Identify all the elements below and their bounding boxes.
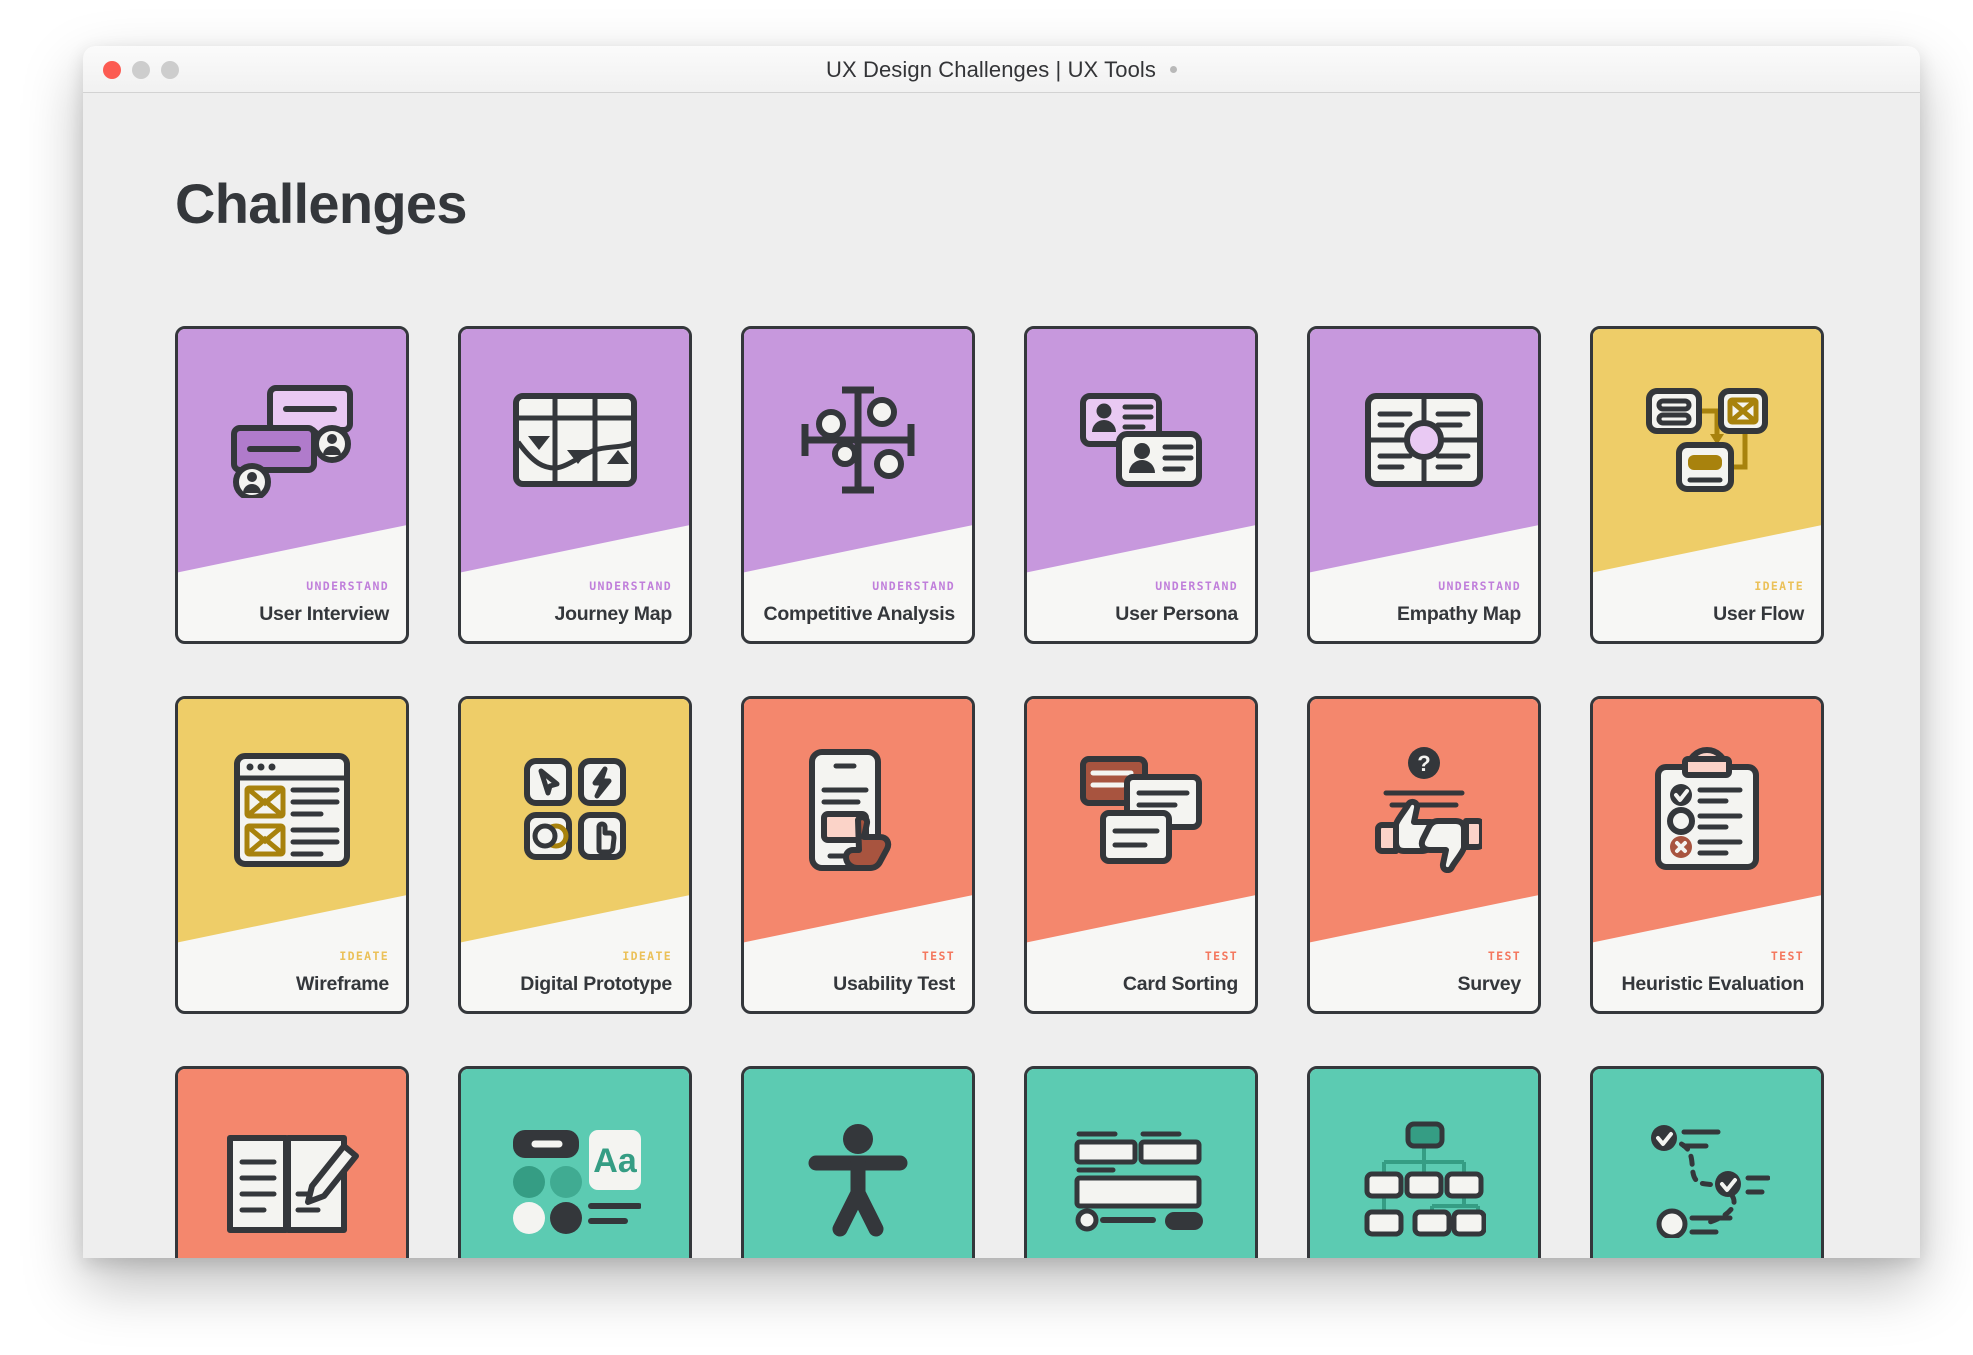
challenge-card[interactable]: UNDERSTAND Journey Map [458,326,692,644]
quadrant-matrix-icon [744,365,972,515]
browser-layout-icon [178,735,406,885]
card-category: UNDERSTAND [306,579,389,594]
journey-grid-icon [461,365,689,515]
card-category: IDEATE [1754,579,1804,594]
card-title: Empathy Map [1396,602,1521,625]
card-footer: UNDERSTAND Journey Map [461,581,689,625]
card-footer: IDEATE User Flow [1593,581,1821,625]
challenge-card[interactable]: IDEATE Wireframe [175,696,409,1014]
prototype-tiles-icon [461,735,689,885]
challenge-card[interactable] [1307,1066,1541,1258]
quadrant-circle-icon [1310,365,1538,515]
card-title: Wireframe [296,972,389,995]
challenge-card[interactable] [1024,1066,1258,1258]
card-footer: UNDERSTAND User Persona [1027,581,1255,625]
card-artwork: Aa [461,1069,689,1258]
card-category: TEST [1204,949,1238,964]
challenges-grid: UNDERSTAND User Interview UNDERSTAND Jou… [175,326,1830,1258]
card-category: IDEATE [622,949,672,964]
flow-diagram-icon [1593,365,1821,515]
card-footer: UNDERSTAND Empathy Map [1310,581,1538,625]
card-category: UNDERSTAND [589,579,672,594]
challenge-card[interactable]: TEST Card Sorting [1024,696,1258,1014]
card-category: UNDERSTAND [1155,579,1238,594]
card-title: User Persona [1115,602,1238,625]
card-title: Competitive Analysis [763,602,955,625]
challenge-card[interactable]: UNDERSTAND Empathy Map [1307,326,1541,644]
speech-bubbles-icon [178,365,406,515]
card-title: User Flow [1713,602,1804,625]
challenge-card[interactable]: UNDERSTAND User Persona [1024,326,1258,644]
challenge-card[interactable]: IDEATE User Flow [1590,326,1824,644]
clipboard-checklist-icon [1593,735,1821,885]
window-title-wrap: UX Design Challenges | UX Tools [83,46,1920,93]
sitemap-icon [1310,1105,1538,1255]
card-footer: UNDERSTAND User Interview [178,581,406,625]
card-title: Journey Map [554,602,672,625]
window-titlebar: UX Design Challenges | UX Tools [83,46,1920,93]
svg-text:Aa: Aa [593,1142,638,1180]
open-book-pencil-icon [178,1105,406,1255]
card-title: Heuristic Evaluation [1621,972,1805,995]
card-artwork [744,1069,972,1258]
window-title: UX Design Challenges | UX Tools [825,56,1157,82]
card-category: UNDERSTAND [1438,579,1521,594]
challenge-card[interactable]: TEST Usability Test [741,696,975,1014]
accessibility-icon [744,1105,972,1255]
challenge-card[interactable]: IDEATE Digital Prototype [458,696,692,1014]
card-footer: IDEATE Digital Prototype [461,951,689,995]
page-title: Challenges [175,172,467,235]
card-footer: TEST Survey [1310,951,1538,995]
unsaved-indicator-icon [1170,66,1178,73]
card-title: User Interview [259,602,389,625]
svg-text:?: ? [1417,751,1430,776]
thumbs-rating-icon: ? [1310,735,1538,885]
card-artwork [1593,1069,1821,1258]
id-cards-icon [1027,365,1255,515]
card-artwork [178,1069,406,1258]
card-category: TEST [921,949,955,964]
challenge-card[interactable]: UNDERSTAND Competitive Analysis [741,326,975,644]
challenge-card[interactable] [741,1066,975,1258]
typography-swatches-icon: Aa [461,1105,689,1255]
card-footer: TEST Usability Test [744,951,972,995]
card-artwork [1027,1069,1255,1258]
challenge-card[interactable]: UNDERSTAND User Interview [175,326,409,644]
card-artwork [1310,1069,1538,1258]
challenge-card[interactable]: Aa [458,1066,692,1258]
checkpoint-path-icon [1593,1105,1821,1255]
card-category: UNDERSTAND [872,579,955,594]
stacked-cards-icon [1027,735,1255,885]
page-body: Challenges UNDERSTAND User Interview UND… [83,93,1920,1258]
card-title: Digital Prototype [520,972,672,995]
card-title: Card Sorting [1122,972,1238,995]
screenshot-root: UX Design Challenges | UX Tools Challeng… [0,0,1973,1355]
card-title: Survey [1457,972,1521,995]
challenge-card[interactable] [175,1066,409,1258]
challenge-card[interactable]: TEST Heuristic Evaluation [1590,696,1824,1014]
app-window: UX Design Challenges | UX Tools Challeng… [83,46,1920,1258]
card-footer: UNDERSTAND Competitive Analysis [744,581,972,625]
challenge-card[interactable]: ? TEST Survey [1307,696,1541,1014]
card-footer: TEST Card Sorting [1027,951,1255,995]
card-category: IDEATE [339,949,389,964]
card-footer: TEST Heuristic Evaluation [1593,951,1821,995]
card-category: TEST [1770,949,1804,964]
card-title: Usability Test [833,972,955,995]
phone-tap-icon [744,735,972,885]
form-fields-icon [1027,1105,1255,1255]
challenge-card[interactable] [1590,1066,1824,1258]
card-footer: IDEATE Wireframe [178,951,406,995]
card-category: TEST [1487,949,1521,964]
